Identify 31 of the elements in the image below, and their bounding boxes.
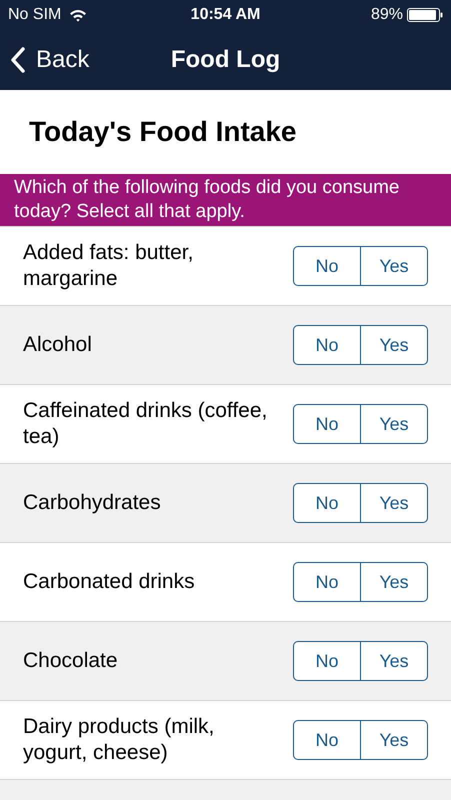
answer-option[interactable]: Yes bbox=[360, 483, 428, 523]
wifi-icon bbox=[69, 8, 88, 22]
answer-option[interactable]: No bbox=[293, 562, 361, 602]
food-label: Carbohydrates bbox=[23, 490, 162, 516]
answer-option[interactable]: No bbox=[293, 641, 361, 681]
food-label: Added fats: butter, margarine bbox=[23, 240, 194, 292]
answer-option[interactable]: Yes bbox=[360, 641, 428, 681]
nav-title: Food Log bbox=[170, 45, 280, 75]
chevron-left-icon bbox=[10, 46, 26, 74]
answer-option[interactable]: Yes bbox=[360, 404, 428, 444]
answer-option[interactable]: Yes bbox=[360, 325, 428, 365]
battery-icon bbox=[407, 8, 443, 22]
food-label: Chocolate bbox=[23, 648, 119, 674]
instruction-text: Which of the following foods did you consume today? Select all that apply. bbox=[14, 176, 400, 224]
answer-option[interactable]: Yes bbox=[360, 720, 428, 760]
answer-option[interactable]: No bbox=[293, 404, 361, 444]
food-label: Alcohol bbox=[23, 332, 93, 358]
food-label: Carbonated drinks bbox=[23, 569, 196, 595]
time-text: 10:54 AM bbox=[190, 5, 260, 25]
answer-option[interactable]: No bbox=[293, 483, 361, 523]
carrier-text: No SIM bbox=[8, 5, 62, 25]
food-label: Dairy products (milk, yogurt, cheese) bbox=[23, 714, 216, 766]
answer-option[interactable]: No bbox=[293, 246, 361, 286]
answer-option[interactable]: Yes bbox=[360, 562, 428, 602]
back-button[interactable]: Back bbox=[10, 42, 90, 78]
battery-text: 89% bbox=[370, 5, 403, 25]
answer-option[interactable]: Yes bbox=[360, 246, 428, 286]
page-heading: Today's Food Intake bbox=[29, 115, 297, 149]
answer-option[interactable]: No bbox=[293, 720, 361, 760]
answer-option[interactable]: No bbox=[293, 325, 361, 365]
food-label: Caffeinated drinks (coffee, tea) bbox=[23, 398, 268, 450]
